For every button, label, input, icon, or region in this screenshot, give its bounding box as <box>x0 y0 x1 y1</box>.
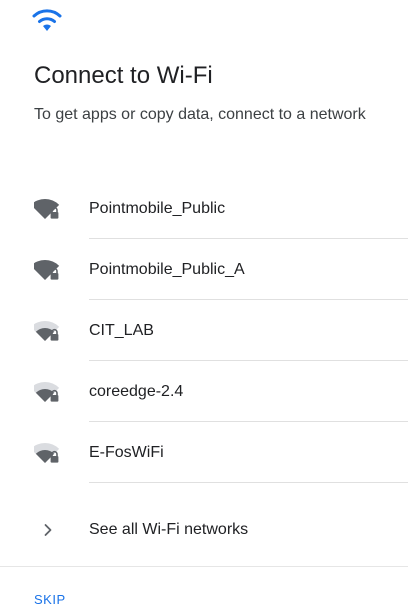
network-ssid: Pointmobile_Public_A <box>89 261 245 278</box>
wifi-signal-lock-icon <box>34 382 60 402</box>
wifi-signal-lock-icon <box>34 443 60 463</box>
network-item-pointmobile-public[interactable]: Pointmobile_Public <box>0 178 408 239</box>
wifi-icon <box>32 9 62 31</box>
skip-button[interactable]: SKIP <box>34 592 66 608</box>
network-item-pointmobile-public-a[interactable]: Pointmobile_Public_A <box>0 239 408 300</box>
network-ssid: coreedge-2.4 <box>89 383 184 400</box>
chevron-right-icon <box>44 524 52 536</box>
network-ssid: E-FosWiFi <box>89 444 164 461</box>
footer-divider <box>0 566 408 567</box>
network-ssid: Pointmobile_Public <box>89 200 226 217</box>
network-list: Pointmobile_Public Pointmobile_Public_A … <box>0 178 408 483</box>
page-title: Connect to Wi-Fi <box>34 62 213 89</box>
wifi-signal-lock-icon <box>34 199 60 219</box>
wifi-signal-lock-icon <box>34 260 60 280</box>
network-item-e-foswifi[interactable]: E-FosWiFi <box>0 422 408 483</box>
divider <box>89 482 408 483</box>
network-item-cit-lab[interactable]: CIT_LAB <box>0 300 408 361</box>
network-item-coreedge[interactable]: coreedge-2.4 <box>0 361 408 422</box>
see-all-networks-button[interactable]: See all Wi-Fi networks <box>0 500 408 560</box>
wifi-signal-lock-icon <box>34 321 60 341</box>
page-subtitle: To get apps or copy data, connect to a n… <box>34 106 366 123</box>
network-ssid: CIT_LAB <box>89 322 154 339</box>
see-all-networks-label: See all Wi-Fi networks <box>89 521 249 538</box>
